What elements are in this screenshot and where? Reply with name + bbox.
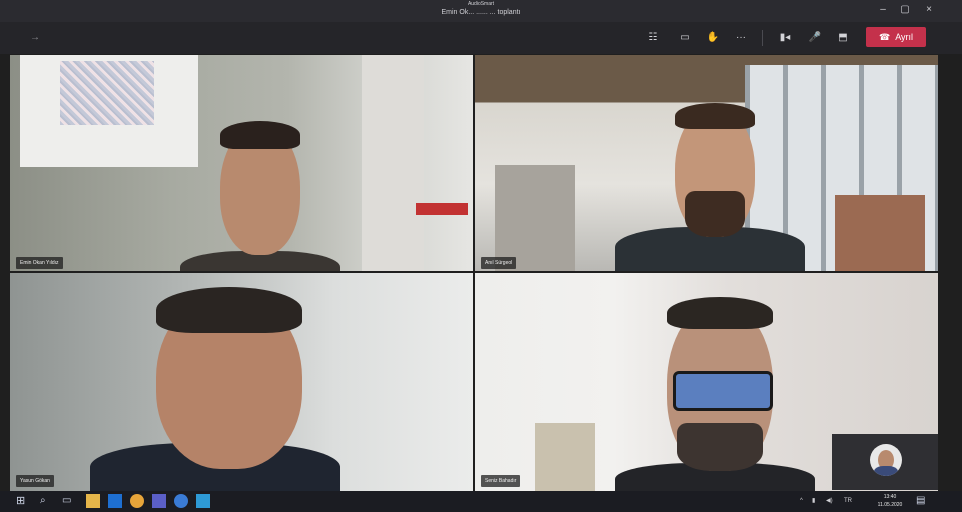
close-icon[interactable]: × — [922, 4, 936, 16]
avatar — [870, 444, 902, 476]
participant-name: Emin Okan Yıldız — [16, 257, 63, 269]
leave-button-label: Ayrıl — [895, 32, 914, 42]
camera-icon[interactable]: ▮◂ — [778, 31, 792, 45]
window-title: AudioSmart Emin Ok... ...... ... toplant… — [0, 0, 962, 19]
file-explorer-icon[interactable] — [86, 494, 100, 508]
app-icon[interactable] — [196, 494, 210, 508]
os-taskbar: ⊞ ⌕ ▭ ^ ▮ ◀) TR 13:40 11.05.2020 ▤ — [0, 491, 962, 512]
volume-icon[interactable]: ◀) — [826, 495, 833, 507]
teams-icon[interactable] — [152, 494, 166, 508]
participant-name: Seniz Bahadır — [481, 475, 521, 487]
app-icon[interactable] — [174, 494, 188, 508]
participant-name: Yasun Gökan — [16, 475, 54, 487]
window-title-small: AudioSmart — [467, 1, 495, 7]
search-icon[interactable]: ⌕ — [40, 494, 54, 508]
language-icon[interactable]: TR — [844, 495, 852, 507]
chat-icon[interactable]: ▭ — [678, 31, 692, 45]
meeting-toolbar: → ☷ ▭ ✋ ··· ▮◂ 🎤 ⬒ — [0, 22, 962, 54]
mic-icon[interactable]: 🎤 — [808, 31, 822, 45]
video-tile[interactable]: Anıl Sürgeol — [475, 55, 938, 271]
phone-hangup-icon: ☎ — [878, 32, 891, 42]
mail-icon[interactable] — [108, 494, 122, 508]
plant — [535, 423, 595, 491]
raise-hand-icon[interactable]: ✋ — [706, 31, 720, 45]
building — [835, 195, 925, 271]
people-icon[interactable]: ☷ — [646, 31, 660, 45]
video-tile[interactable]: Yasun Gökan — [10, 273, 473, 491]
share-icon[interactable]: ⬒ — [836, 31, 850, 45]
wall-poster — [20, 55, 198, 167]
video-tile[interactable]: Emin Okan Yıldız — [10, 55, 473, 271]
window-title-text: Emin Ok... ...... ... toplantı — [441, 9, 521, 16]
clock[interactable]: 13:40 11.05.2020 — [872, 493, 908, 509]
network-icon[interactable]: ▮ — [812, 495, 815, 507]
task-view-icon[interactable]: ▭ — [62, 494, 76, 508]
back-arrow-icon[interactable]: → — [28, 31, 42, 45]
self-view-tile[interactable] — [832, 434, 938, 490]
leave-button[interactable]: ☎ Ayrıl — [866, 27, 926, 47]
notification-icon[interactable]: ▤ — [916, 494, 930, 508]
maximize-icon[interactable]: ▢ — [898, 4, 912, 16]
more-icon[interactable]: ··· — [734, 31, 748, 45]
participant-name: Anıl Sürgeol — [481, 257, 517, 269]
toolbar-separator — [762, 30, 763, 46]
windows-start-icon[interactable]: ⊞ — [16, 494, 30, 508]
shelf — [362, 55, 424, 271]
chrome-icon[interactable] — [130, 494, 144, 508]
glasses-icon — [673, 371, 773, 411]
tray-chevron-icon[interactable]: ^ — [800, 495, 803, 507]
title-bar: AudioSmart Emin Ok... ...... ... toplant… — [0, 0, 962, 22]
building — [495, 165, 575, 271]
red-object — [416, 203, 468, 215]
video-grid: Emin Okan Yıldız Anıl Sürgeol Yasun Göka… — [10, 55, 938, 491]
minimize-icon[interactable]: – — [876, 4, 890, 16]
clock-time: 13:40 — [883, 494, 897, 500]
clock-date: 11.05.2020 — [877, 502, 903, 508]
